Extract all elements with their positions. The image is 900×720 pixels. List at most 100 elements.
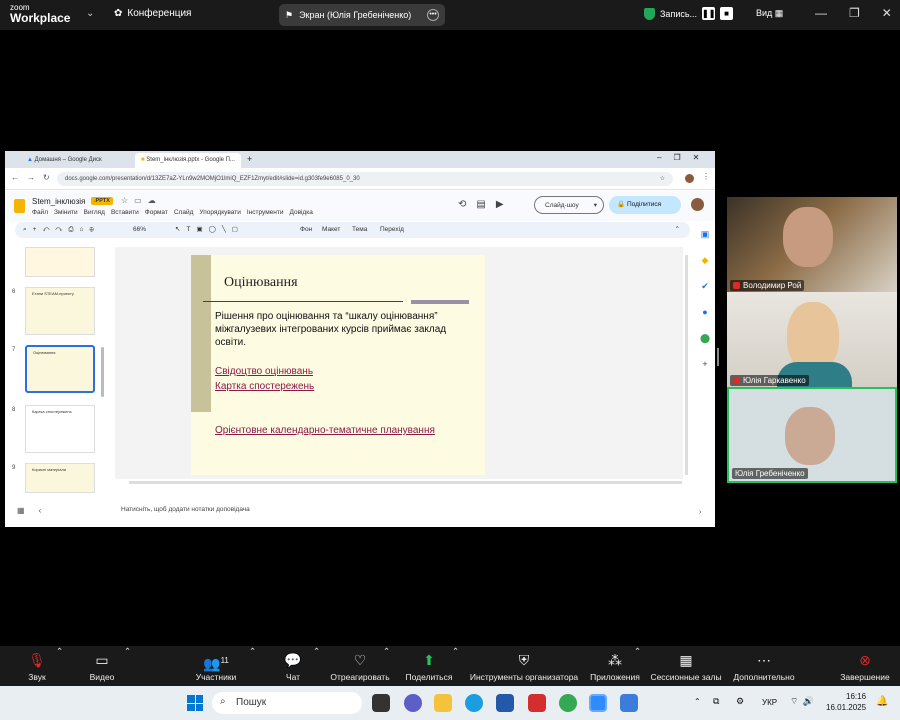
- toolbar-background[interactable]: Фон: [300, 226, 312, 233]
- link-calendar-plan[interactable]: Орієнтовне календарно-тематичне плануван…: [215, 425, 435, 436]
- back-icon[interactable]: ←: [11, 173, 27, 182]
- split-handle[interactable]: [717, 348, 719, 366]
- breakout-rooms-button[interactable]: ▦ Сессионные залы: [649, 646, 723, 686]
- windows-start-icon[interactable]: [187, 695, 203, 711]
- star-icon[interactable]: ☆: [121, 196, 134, 205]
- add-icon[interactable]: +: [33, 226, 43, 233]
- meet-icon[interactable]: ▶: [496, 199, 514, 210]
- shape-icon[interactable]: ◯: [209, 226, 222, 233]
- participants-button[interactable]: 👥11 Участники: [193, 646, 239, 686]
- taskbar-search[interactable]: ⌕ Пошук: [212, 692, 362, 714]
- menu-arrange[interactable]: Упорядкувати: [199, 209, 240, 216]
- history-icon[interactable]: ⟲: [458, 199, 476, 210]
- browser-menu-icon[interactable]: ⋮: [702, 172, 710, 181]
- edge-icon[interactable]: [465, 694, 483, 712]
- cursor-icon[interactable]: ↖: [175, 226, 186, 233]
- network-icon[interactable]: ⧉: [713, 696, 719, 707]
- chevron-up-icon[interactable]: ⌃: [249, 646, 256, 686]
- tab-google-drive[interactable]: ▲ Домашня – Google Диск: [21, 153, 131, 168]
- user-avatar[interactable]: [691, 198, 704, 211]
- tasks-icon[interactable]: ✔: [695, 273, 715, 299]
- new-tab-icon[interactable]: +: [247, 154, 252, 164]
- slide-thumbnail-6[interactable]: Етапи STEAM-проекту: [25, 287, 95, 335]
- chrome-icon[interactable]: [559, 694, 577, 712]
- grid-view-icon[interactable]: ▦: [17, 506, 39, 515]
- chat-button[interactable]: 💬 Чат: [280, 646, 306, 686]
- maps-icon[interactable]: ⬤: [695, 325, 715, 351]
- collapse-toolbar-icon[interactable]: ⌃: [675, 225, 680, 233]
- share-screen-button[interactable]: ⬆ Поделиться: [404, 646, 454, 686]
- slides-app-icon[interactable]: [14, 199, 25, 213]
- store-icon[interactable]: [496, 694, 514, 712]
- restore-icon[interactable]: ❐: [673, 153, 692, 162]
- teams-chat-icon[interactable]: [404, 694, 422, 712]
- chevron-up-icon[interactable]: ⌃: [56, 646, 63, 686]
- canvas-scrollbar[interactable]: [685, 255, 688, 475]
- url-field[interactable]: docs.google.com/presentation/d/13ZE7aZ-Y…: [57, 172, 673, 186]
- chevron-up-icon[interactable]: ⌃: [634, 646, 641, 686]
- zoom-icon[interactable]: ⊕: [89, 226, 99, 233]
- video-button[interactable]: ▭ Видео: [86, 646, 118, 686]
- redo-icon[interactable]: ↷: [55, 226, 68, 233]
- chevron-up-icon[interactable]: ⌃: [124, 646, 131, 686]
- app-icon[interactable]: [528, 694, 546, 712]
- menu-edit[interactable]: Змінити: [54, 209, 78, 216]
- toolbar-layout[interactable]: Макет: [322, 226, 340, 233]
- close-icon[interactable]: ✕: [882, 6, 892, 20]
- pause-recording-button[interactable]: ❚❚: [702, 7, 715, 20]
- contacts-icon[interactable]: ●: [695, 299, 715, 325]
- menu-insert[interactable]: Вставити: [111, 209, 139, 216]
- star-icon[interactable]: ☆: [660, 175, 665, 182]
- add-addon-icon[interactable]: +: [695, 351, 715, 377]
- comment-icon[interactable]: ▢: [232, 226, 244, 233]
- search-icon[interactable]: ⌕: [23, 226, 33, 233]
- menu-format[interactable]: Формат: [145, 209, 168, 216]
- minimize-icon[interactable]: —: [815, 6, 827, 20]
- task-view-icon[interactable]: [372, 694, 390, 712]
- profile-avatar[interactable]: [685, 174, 694, 183]
- slide-thumbnail-7[interactable]: Оцінювання: [25, 345, 95, 393]
- participant-video-active[interactable]: Юлія Гребеніченко: [727, 387, 897, 483]
- minimize-icon[interactable]: –: [657, 153, 673, 162]
- slideshow-button[interactable]: Слайд-шоу ▾: [534, 196, 604, 214]
- stop-recording-button[interactable]: ■: [720, 7, 734, 20]
- comments-icon[interactable]: ▤: [476, 199, 495, 210]
- menu-help[interactable]: Довідка: [289, 209, 312, 216]
- textbox-icon[interactable]: T: [186, 226, 196, 233]
- paint-format-icon[interactable]: ⌂: [80, 226, 90, 233]
- expand-panel-icon[interactable]: ›: [699, 509, 701, 516]
- host-tools-button[interactable]: ⛨ Инструменты организатора: [468, 646, 580, 686]
- share-button[interactable]: 🔒 Поділитися: [609, 196, 681, 214]
- chevron-up-icon[interactable]: ⌃: [313, 646, 320, 686]
- more-button[interactable]: ⋯ Дополнительно: [731, 646, 797, 686]
- photos-icon[interactable]: [620, 694, 638, 712]
- forward-icon[interactable]: →: [27, 173, 43, 182]
- current-slide[interactable]: Оцінювання Рішення про оцінювання та “шк…: [191, 255, 485, 475]
- slide-title[interactable]: Оцінювання: [224, 275, 298, 291]
- thumbs-scrollbar[interactable]: [101, 347, 104, 397]
- document-title[interactable]: Stem_інклюзія: [32, 197, 85, 206]
- close-icon[interactable]: ✕: [693, 153, 712, 162]
- calendar-icon[interactable]: ▣: [695, 221, 715, 247]
- toolbar-theme[interactable]: Тема: [352, 226, 367, 233]
- line-icon[interactable]: ╲: [222, 226, 232, 233]
- screen-share-pill[interactable]: ⚑ Экран (Юлія Гребеніченко) •••: [279, 4, 445, 26]
- image-icon[interactable]: ▣: [196, 226, 208, 233]
- link-observation-card[interactable]: Картка спостережень: [215, 381, 314, 392]
- menu-slide[interactable]: Слайд: [174, 209, 194, 216]
- slide-thumbnail-5[interactable]: [25, 247, 95, 277]
- slide-body-text[interactable]: Рішення про оцінювання та “шкалу оцінюва…: [215, 310, 475, 349]
- menu-file[interactable]: Файл: [32, 209, 48, 216]
- print-icon[interactable]: ⎙: [68, 226, 79, 233]
- folder-icon[interactable]: ▭: [134, 196, 148, 205]
- tab-presentation[interactable]: ■ Stem_інклюзія.pptx - Google П...: [135, 153, 241, 168]
- system-tray-icons[interactable]: ⌔🔊: [790, 696, 818, 707]
- menu-tools[interactable]: Інструменти: [247, 209, 284, 216]
- keep-icon[interactable]: ◆: [695, 247, 715, 273]
- zoom-app-icon[interactable]: [589, 694, 607, 712]
- more-icon[interactable]: •••: [427, 9, 439, 21]
- tray-chevron-icon[interactable]: ⌃: [694, 697, 701, 706]
- notification-bell-icon[interactable]: 🔔: [876, 696, 888, 707]
- audio-button[interactable]: 🎙 Звук: [22, 646, 52, 686]
- participant-video[interactable]: Юлія Гаркавенко: [727, 292, 897, 388]
